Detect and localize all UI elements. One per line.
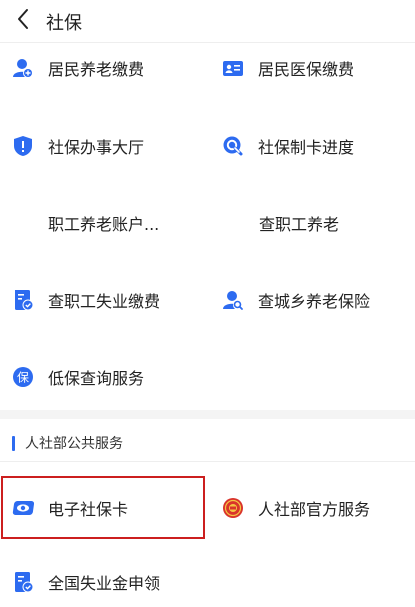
section-header: 人社部公共服务 xyxy=(12,432,123,454)
person-search-icon xyxy=(222,289,244,311)
person-plus-icon xyxy=(12,57,34,79)
grid-item-label: 社保办事大厅 xyxy=(48,138,145,157)
grid-item-unemployment-payment[interactable]: 查职工失业缴费 xyxy=(12,280,160,320)
eye-card-icon xyxy=(12,497,34,519)
section-title: 人社部公共服务 xyxy=(25,436,123,452)
bao-badge-icon: 保 xyxy=(12,366,34,388)
grid-item-unemployment-claim[interactable]: 全国失业金申领 xyxy=(12,562,160,602)
grid-item-label: 电子社保卡 xyxy=(48,500,129,519)
header-bar: 社保 xyxy=(0,0,415,42)
emblem-icon xyxy=(222,497,244,519)
grid-item-label: 全国失业金申领 xyxy=(48,574,161,593)
grid-item-label: 人社部官方服务 xyxy=(258,500,371,519)
grid-item-label: 低保查询服务 xyxy=(48,369,145,388)
document-check-icon xyxy=(12,289,34,311)
grid-item-label: 居民养老缴费 xyxy=(48,60,145,79)
id-card-icon xyxy=(222,57,244,79)
chevron-left-icon xyxy=(16,8,30,34)
section-accent-bar xyxy=(12,435,15,451)
grid-item-employee-pension-account[interactable]: 职工养老账户... xyxy=(48,203,159,243)
section-divider xyxy=(0,461,415,462)
grid-item-rural-pension[interactable]: 查城乡养老保险 xyxy=(222,280,370,320)
shield-icon xyxy=(12,135,34,157)
grid-item-mohrss-official[interactable]: 人社部官方服务 xyxy=(222,488,370,528)
document-check-icon xyxy=(12,571,34,593)
grid-item-e-social-card[interactable]: 电子社保卡 xyxy=(12,488,128,528)
grid-item-label: 职工养老账户... xyxy=(48,215,160,234)
grid-item-low-income-query[interactable]: 保 低保查询服务 xyxy=(12,357,144,397)
grid-item-social-hall[interactable]: 社保办事大厅 xyxy=(12,126,144,166)
grid-item-label: 查职工养老 xyxy=(259,215,340,234)
back-button[interactable] xyxy=(8,6,38,36)
page-title: 社保 xyxy=(46,13,82,34)
header-divider xyxy=(0,42,415,43)
grid-item-label: 居民医保缴费 xyxy=(258,60,355,79)
grid-item-card-progress[interactable]: 社保制卡进度 xyxy=(222,126,354,166)
section-separator xyxy=(0,410,415,419)
svg-text:保: 保 xyxy=(17,371,29,385)
grid-item-resident-pension[interactable]: 居民养老缴费 xyxy=(12,48,144,88)
grid-item-label: 社保制卡进度 xyxy=(258,138,355,157)
grid-item-label: 查城乡养老保险 xyxy=(258,292,371,311)
grid-item-check-employee-pension[interactable]: 查职工养老 xyxy=(259,203,339,243)
search-card-icon xyxy=(222,135,244,157)
grid-item-resident-medical[interactable]: 居民医保缴费 xyxy=(222,48,354,88)
grid-item-label: 查职工失业缴费 xyxy=(48,292,161,311)
